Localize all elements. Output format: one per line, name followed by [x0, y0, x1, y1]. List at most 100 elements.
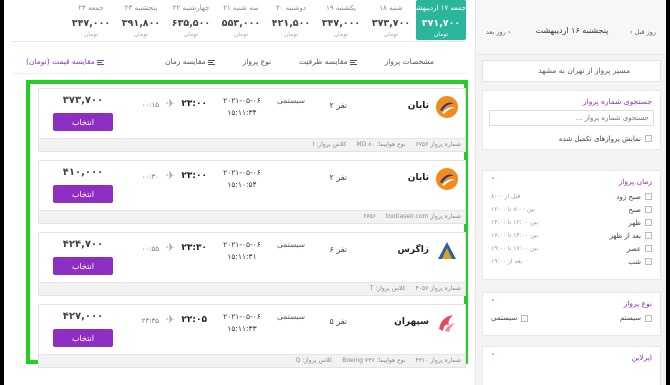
date-option[interactable]: چهارشنبه ۲۲ ۶۳۵,۵۰۰ تومان: [166, 0, 216, 40]
section-title[interactable]: ایرلاین ˄: [483, 347, 660, 362]
departure-date: ۲۰۲۱-۰۵-۰۶: [223, 96, 261, 105]
currency-label: تومان: [83, 31, 99, 38]
date-option[interactable]: جمعه ۱۷ اردیبهشت ۳۷۱,۷۰۰ تومان: [416, 0, 466, 40]
checkbox[interactable]: [645, 314, 652, 322]
capacity: ۲ نفر: [329, 101, 347, 110]
flight-detail: کلاس پرواز: Q: [295, 357, 333, 364]
checkbox[interactable]: [645, 219, 652, 226]
date-navigator: روز بعد › پنجشنبه ۱۶ اردیبهشت ‹ روز قبل: [476, 0, 666, 55]
type-charter-option[interactable]: سیستمی: [491, 314, 529, 322]
sort-icon: [349, 59, 357, 65]
airline-name: سپهران: [394, 317, 429, 327]
sort-time-label: مقایسه زمان: [164, 57, 206, 66]
flight-detail: شماره پرواز ۴۳۱۰: [415, 357, 461, 364]
date-price: ۵۵۳,۰۰۰: [221, 18, 261, 29]
date-option[interactable]: شنبه ۱۸ ۳۷۳,۷۰۰ تومان: [366, 0, 416, 40]
flight-number-input[interactable]: [489, 110, 654, 126]
currency-label: تومان: [283, 31, 299, 38]
date-label: دوشنبه ۲۰: [275, 4, 307, 12]
show-full-flights-toggle[interactable]: نمایش پروازهای تکمیل شده: [483, 132, 660, 145]
departure-time: ۱۵:۱۱:۳۳: [227, 324, 257, 333]
date-price: ۳۴۷,۰۰۰: [71, 18, 111, 29]
date-option[interactable]: پنجشنبه ۲۳ ۳۹۱,۸۰۰ تومان: [116, 0, 166, 40]
time-range: بین ۱۲:۰۰ تا ۱۴:۰۰: [491, 219, 539, 226]
date-option[interactable]: یکشنبه ۱۹ ۳۴۷,۰۰۰ تومان: [316, 0, 366, 40]
sepehran-logo: [435, 311, 459, 335]
time-option-label: صبح زود: [616, 192, 641, 201]
flight-price: ۴۱۰,۰۰۰: [62, 167, 104, 178]
time-option[interactable]: شب بعد از ۱۹:۰۰: [483, 255, 660, 268]
taban-logo: [435, 167, 459, 191]
sort-specs: مشخصات پرواز: [384, 57, 434, 66]
departure-date: ۲۰۲۱-۰۵-۰۶: [223, 240, 261, 249]
time-option[interactable]: ظهر بین ۱۲:۰۰ تا ۱۴:۰۰: [483, 216, 660, 229]
select-flight-button[interactable]: انتخاب: [53, 329, 113, 347]
section-title[interactable]: زمان پرواز ˄: [483, 171, 660, 186]
airline-name: تابان: [407, 173, 429, 183]
date-price: ۴۲۱,۵۰۰: [271, 18, 311, 29]
capacity: ۲ نفر: [329, 173, 347, 182]
type-system-option[interactable]: سیستم: [620, 314, 652, 322]
plane-icon: ✈: [165, 97, 175, 110]
flight-detail: شماره پرواز ۶۷۵۶: [415, 141, 461, 148]
sort-price-label: مقایسه قیمت (تومان): [26, 57, 95, 66]
time-option-label: عصر: [626, 244, 641, 253]
sort-price-button[interactable]: مقایسه قیمت (تومان): [12, 57, 118, 66]
plane-icon: ✈: [165, 169, 175, 182]
sort-icon: [207, 59, 215, 65]
currency-label: تومان: [183, 31, 199, 38]
sort-capacity-button[interactable]: مقایسه ظرفیت: [285, 57, 371, 66]
departure-datetime: ۲۰۲۱-۰۵-۰۶ ۱۵:۱۰:۵۴: [219, 167, 265, 191]
departure-time: ۱۵:۱۰:۵۴: [227, 180, 257, 189]
chevron-right-icon: ‹: [629, 28, 633, 36]
date-label: سه شنبه ۲۱: [223, 4, 259, 12]
select-flight-button[interactable]: انتخاب: [53, 113, 113, 131]
next-day-label: روز بعد: [486, 28, 506, 36]
prev-day-button[interactable]: ‹ روز قبل: [630, 28, 656, 36]
type-title: نوع پرواز: [623, 299, 652, 308]
time-option[interactable]: صبح زود قبل از ۸:۰۰: [483, 190, 660, 203]
show-full-label: نمایش پروازهای تکمیل شده: [559, 134, 641, 143]
time-option[interactable]: بعد از ظهر بین ۱۴:۰۰ تا ۱۷:۰۰: [483, 229, 660, 242]
flight-card[interactable]: تابان ۲ نفر ۲۰۲۱-۰۵-۰۶ ۱۵:۱۰:۵۴ ۲۳:۰۰ ✈ ۰۰:۳۰ ۴…: [38, 160, 466, 224]
date-label: جمعه ۱۷ اردیبهشت: [416, 4, 466, 12]
select-flight-button[interactable]: انتخاب: [53, 257, 113, 275]
airline-filter: ایرلاین ˄: [482, 346, 661, 385]
checkbox[interactable]: [645, 258, 652, 265]
time-option[interactable]: عصر بین ۱۷:۰۰ تا ۱۹:۰۰: [483, 242, 660, 255]
date-label: پنجشنبه ۲۳: [124, 4, 158, 12]
checkbox[interactable]: [645, 245, 652, 252]
chevron-up-icon: ˄: [491, 177, 495, 185]
flight-price: ۳۷۳,۷۰۰: [62, 95, 104, 106]
flight-card[interactable]: زاگرس ۶ نفر سیستمی ۲۰۲۱-۰۵-۰۶ ۱۵:۱۱:۳۱ ۲۳:۳۰ ✈…: [38, 232, 466, 296]
checkbox[interactable]: [645, 232, 652, 239]
sort-icon: [96, 59, 104, 65]
flight-detail: کلاس پرواز: T: [369, 285, 406, 292]
checkbox[interactable]: [645, 135, 652, 142]
checkbox[interactable]: [645, 193, 652, 200]
currency-label: تومان: [133, 31, 149, 38]
date-option[interactable]: دوشنبه ۲۰ ۴۲۱,۵۰۰ تومان: [266, 0, 316, 40]
flight-time: ۲۳:۰۰: [181, 99, 207, 109]
type-charter-label: سیستمی: [491, 314, 518, 322]
time-option[interactable]: صبح بین ۸:۰۰ تا ۱۲:۰۰: [483, 203, 660, 216]
flight-card[interactable]: تابان ۲ نفر سیستمی ۲۰۲۱-۰۵-۰۶ ۱۵:۱۱:۳۴ ۲۳:۰۰ ✈…: [38, 88, 466, 152]
flight-card[interactable]: سپهران ۵ نفر سیستمی ۲۰۲۱-۰۵-۰۶ ۱۵:۱۱:۳۳ ۲۲:۰۵…: [38, 304, 466, 368]
time-range: بعد از ۱۹:۰۰: [491, 258, 523, 265]
checkbox[interactable]: [521, 314, 529, 322]
departure-time: ۱۵:۱۱:۳۱: [227, 252, 257, 261]
date-option[interactable]: جمعه ۲۴ ۳۴۷,۰۰۰ تومان: [66, 0, 116, 40]
currency-label: تومان: [383, 31, 399, 38]
date-option[interactable]: سه شنبه ۲۱ ۵۵۳,۰۰۰ تومان: [216, 0, 266, 40]
flight-price: ۴۲۴,۷۰۰: [62, 239, 104, 250]
checkbox[interactable]: [645, 206, 652, 213]
sort-bar: مشخصات پرواز مقایسه ظرفیت نوع پرواز مقای…: [12, 50, 466, 74]
capacity: ۶ نفر: [329, 245, 347, 254]
section-title[interactable]: نوع پرواز ˄: [483, 293, 660, 308]
select-flight-button[interactable]: انتخاب: [53, 185, 113, 203]
sort-time-button[interactable]: مقایسه زمان: [151, 57, 229, 66]
time-range: بین ۱۴:۰۰ تا ۱۷:۰۰: [491, 232, 539, 239]
flight-price: ۴۲۷,۰۰۰: [62, 311, 104, 322]
next-day-button[interactable]: روز بعد ›: [486, 28, 511, 36]
flight-detail: tootiaseir.com: [385, 213, 429, 220]
